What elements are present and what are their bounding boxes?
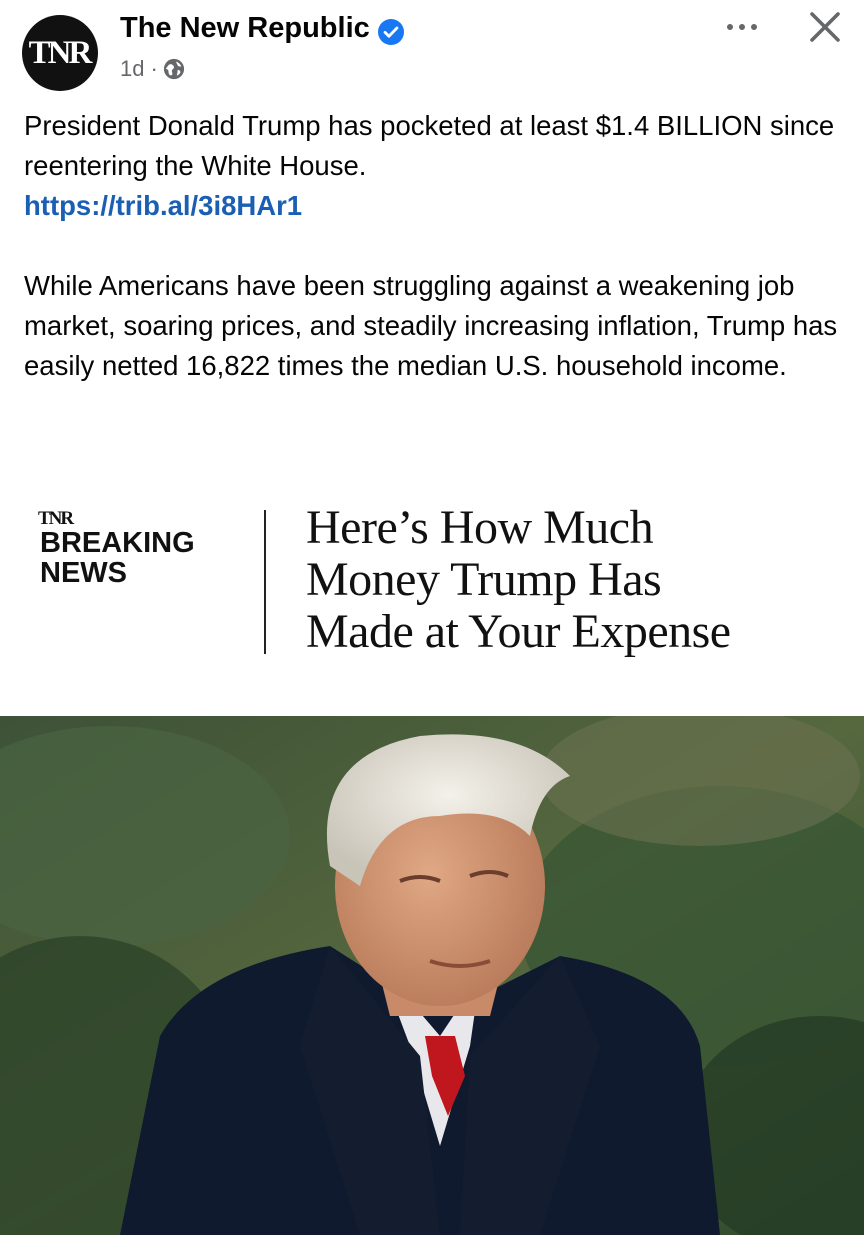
globe-icon — [163, 58, 184, 80]
breaking-label: BREAKING — [40, 527, 195, 559]
close-icon[interactable] — [804, 6, 846, 48]
post-link[interactable]: https://trib.al/3i8HAr1 — [24, 190, 302, 221]
headline-line1: Here’s How Much — [306, 501, 654, 554]
headline-line2: Money Trump Has — [306, 553, 662, 606]
headline-line3: Made at Your Expense — [306, 605, 731, 658]
more-options-icon — [727, 24, 733, 30]
news-label: NEWS — [40, 557, 127, 589]
verified-badge-icon — [378, 19, 404, 45]
post-text-line1: President Donald Trump has pocketed at l… — [24, 110, 835, 181]
more-options-button[interactable] — [716, 10, 768, 44]
article-banner[interactable]: TNR BREAKING NEWS Here’s How Much Money … — [0, 470, 864, 716]
article-headline: Here’s How Much Money Trump Has Made at … — [306, 502, 846, 658]
avatar-logo-text: TNR — [28, 34, 93, 71]
post-timestamp[interactable]: 1d — [120, 56, 144, 82]
post-meta: 1d · — [120, 56, 185, 82]
banner-divider — [264, 510, 266, 654]
page-avatar[interactable]: TNR — [22, 15, 98, 91]
page-name-link[interactable]: The New Republic — [120, 12, 370, 45]
article-photo[interactable] — [0, 716, 864, 1235]
meta-separator: · — [150, 56, 158, 81]
post-text-paragraph2: While Americans have been struggling aga… — [24, 270, 838, 381]
breaking-news-label: BREAKING NEWS — [40, 528, 195, 588]
post-message: President Donald Trump has pocketed at l… — [24, 106, 844, 386]
post-header: TNR The New Republic 1d · — [0, 0, 864, 100]
